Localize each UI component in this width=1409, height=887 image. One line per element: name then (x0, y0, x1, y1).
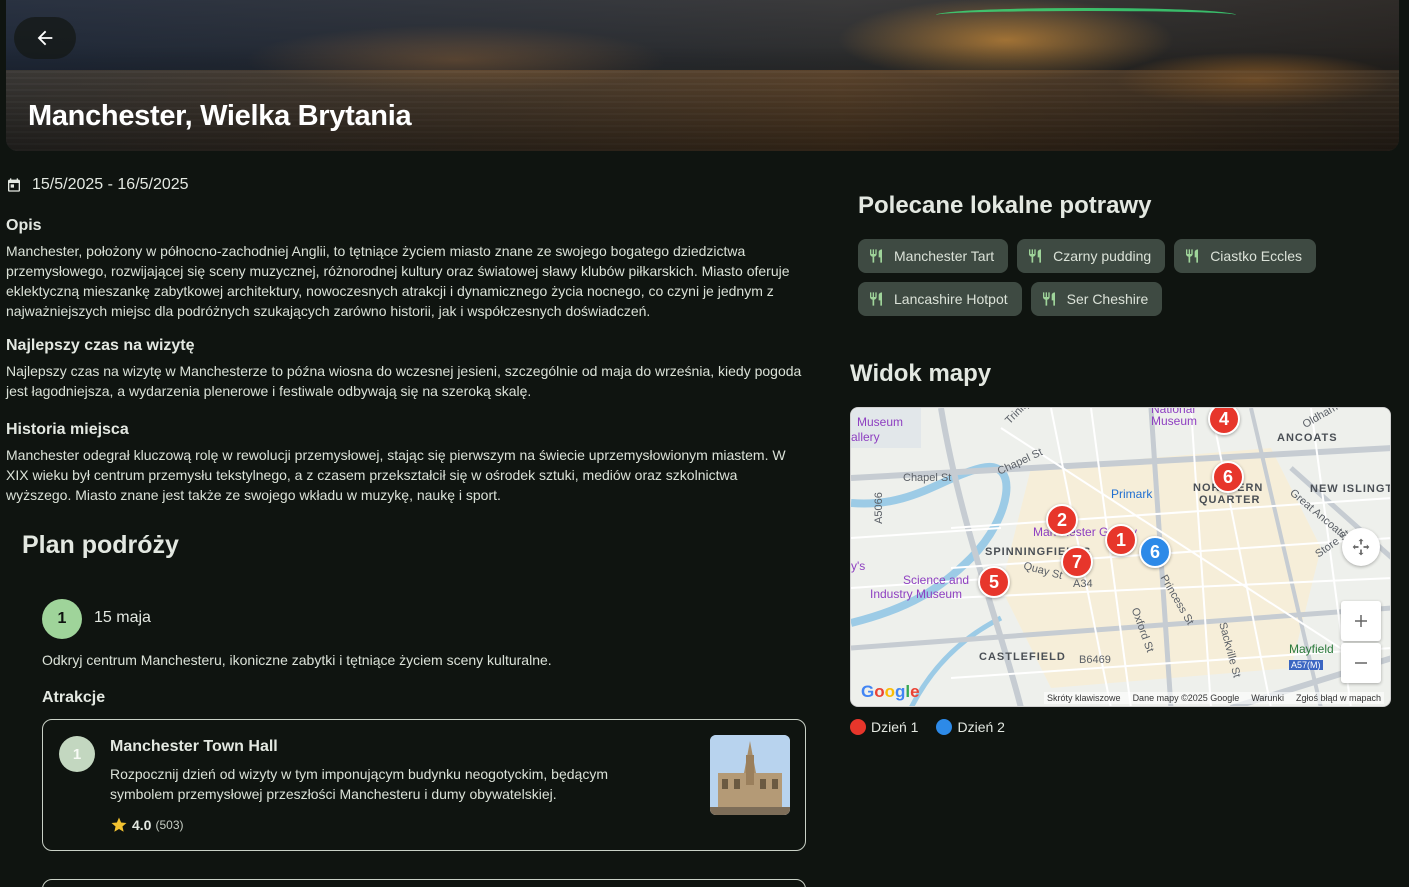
plus-icon (1355, 615, 1367, 627)
google-logo: Google (861, 682, 920, 701)
attraction-description: Rozpocznij dzień od wizyty w tym imponuj… (110, 766, 608, 802)
restaurant-icon (1029, 249, 1042, 263)
section-text: Manchester odegrał kluczową rolę w rewol… (6, 447, 786, 503)
history-section: Historia miejsca Manchester odegrał kluc… (6, 421, 806, 505)
map-pin-day2[interactable]: 6 (1139, 536, 1171, 568)
review-count: (503) (155, 818, 184, 832)
best-time-section: Najlepszy czas na wizytę Najlepszy czas … (6, 337, 806, 401)
report-error-link[interactable]: Zgłoś błąd w mapach (1296, 693, 1381, 703)
map-pin-day1[interactable]: 2 (1046, 504, 1078, 536)
map-pin-day1[interactable]: 7 (1061, 546, 1093, 578)
minus-icon (1355, 662, 1367, 664)
section-text: Najlepszy czas na wizytę w Manchesterze … (6, 363, 802, 399)
star-icon (111, 817, 127, 832)
restaurant-icon (1042, 292, 1055, 306)
map-title: Widok mapy (850, 360, 992, 387)
page-title: Manchester, Wielka Brytania (28, 100, 412, 132)
restaurant-icon (870, 292, 882, 306)
food-chips: Manchester Tart Czarny pudding Ciastko E… (858, 239, 1378, 316)
legend-item: Dzień 2 (936, 719, 1005, 735)
attraction-image (710, 735, 790, 815)
attraction-card[interactable] (42, 879, 806, 887)
attractions-heading: Atrakcje (42, 689, 106, 706)
legend-dot (850, 719, 866, 735)
section-heading: Najlepszy czas na wizytę (6, 337, 195, 354)
map-pin-day1[interactable]: 1 (1105, 524, 1137, 556)
map-pin-day1[interactable]: 5 (978, 566, 1010, 598)
food-chip[interactable]: Czarny pudding (1017, 239, 1166, 273)
section-heading: Opis (6, 217, 42, 234)
zoom-out-button[interactable] (1341, 643, 1381, 683)
terms-link[interactable]: Warunki (1251, 693, 1284, 703)
move-icon (1352, 538, 1370, 556)
itinerary-title: Plan podróży (22, 531, 179, 559)
calendar-icon (8, 178, 20, 192)
description-section: Opis Manchester, położony w północno-zac… (6, 217, 806, 321)
dates-text: 15/5/2025 - 16/5/2025 (32, 176, 189, 193)
map-legend: Dzień 1 Dzień 2 (850, 719, 1005, 735)
attraction-rating: 4.0 (503) (110, 816, 183, 834)
trip-dates: 15/5/2025 - 16/5/2025 (6, 176, 189, 194)
rating-value: 4.0 (132, 817, 152, 833)
attraction-name: Manchester Town Hall (110, 738, 278, 755)
map-pin-day1[interactable]: 6 (1212, 461, 1244, 493)
restaurant-icon (1186, 249, 1199, 263)
food-chip[interactable]: Ser Cheshire (1030, 282, 1163, 316)
map-data-text: Dane mapy ©2025 Google (1132, 693, 1240, 703)
legend-item: Dzień 1 (850, 719, 918, 735)
legend-dot (936, 719, 953, 735)
section-text: Manchester, położony w północno-zachodni… (6, 243, 790, 319)
day-description: Odkryj centrum Manchesteru, ikoniczne za… (42, 652, 552, 668)
food-chip[interactable]: Ciastko Eccles (1174, 239, 1316, 273)
day-number-badge: 1 (42, 599, 82, 639)
fullscreen-button[interactable] (1342, 528, 1380, 566)
back-button[interactable] (14, 17, 76, 59)
attraction-card[interactable]: 1 Manchester Town Hall Rozpocznij dzień … (42, 719, 806, 851)
food-title: Polecane lokalne potrawy (858, 192, 1152, 219)
food-chip[interactable]: Lancashire Hotpot (858, 282, 1022, 316)
arrow-back-icon (37, 30, 53, 46)
day-label: 15 maja (94, 609, 151, 626)
food-chip[interactable]: Manchester Tart (858, 239, 1009, 273)
map-attribution: Skróty klawiszowe Dane mapy ©2025 Google… (1044, 692, 1384, 704)
section-heading: Historia miejsca (6, 421, 129, 438)
zoom-in-button[interactable] (1341, 601, 1381, 641)
attraction-number: 1 (59, 736, 95, 772)
map-view[interactable]: Museum allery National Museum Trinity Ch… (850, 407, 1391, 707)
hero-banner: Manchester, Wielka Brytania (6, 0, 1399, 151)
restaurant-icon (870, 249, 882, 263)
keyboard-shortcuts-link[interactable]: Skróty klawiszowe (1047, 693, 1121, 703)
